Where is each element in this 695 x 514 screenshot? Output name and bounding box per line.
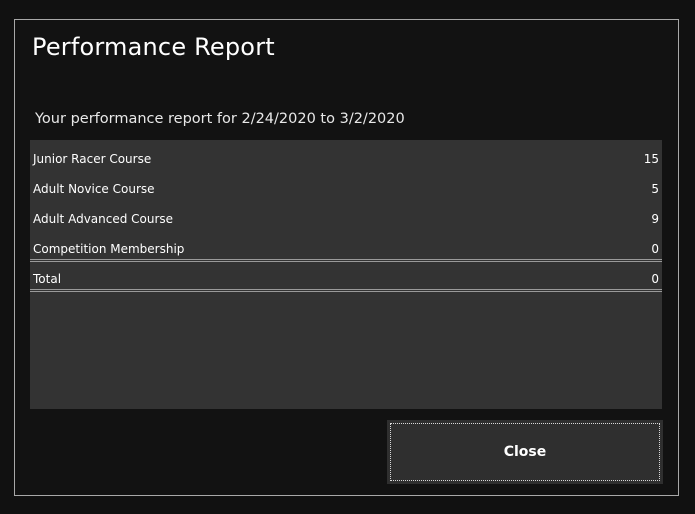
row-value: 0	[651, 242, 659, 256]
report-date-range: Your performance report for 2/24/2020 to…	[35, 111, 405, 127]
dialog-title: Performance Report	[32, 33, 275, 61]
row-label: Adult Advanced Course	[33, 212, 174, 226]
total-label: Total	[33, 272, 62, 286]
row-value: 15	[643, 152, 659, 166]
row-value: 9	[651, 212, 659, 226]
report-row: Adult Novice Course 5	[30, 174, 662, 204]
close-button-label[interactable]: Close	[390, 423, 660, 481]
close-button[interactable]: Close	[387, 420, 663, 484]
total-value: 0	[651, 272, 659, 286]
total-divider-bottom	[30, 289, 662, 292]
performance-report-dialog: Performance Report Your performance repo…	[14, 19, 679, 496]
report-row: Adult Advanced Course 9	[30, 204, 662, 234]
row-label: Junior Racer Course	[33, 152, 152, 166]
report-row: Junior Racer Course 15	[30, 144, 662, 174]
row-value: 5	[651, 182, 659, 196]
row-label: Adult Novice Course	[33, 182, 155, 196]
row-label: Competition Membership	[33, 242, 185, 256]
report-panel: Junior Racer Course 15 Adult Novice Cour…	[30, 140, 662, 409]
total-divider-top	[30, 259, 662, 262]
